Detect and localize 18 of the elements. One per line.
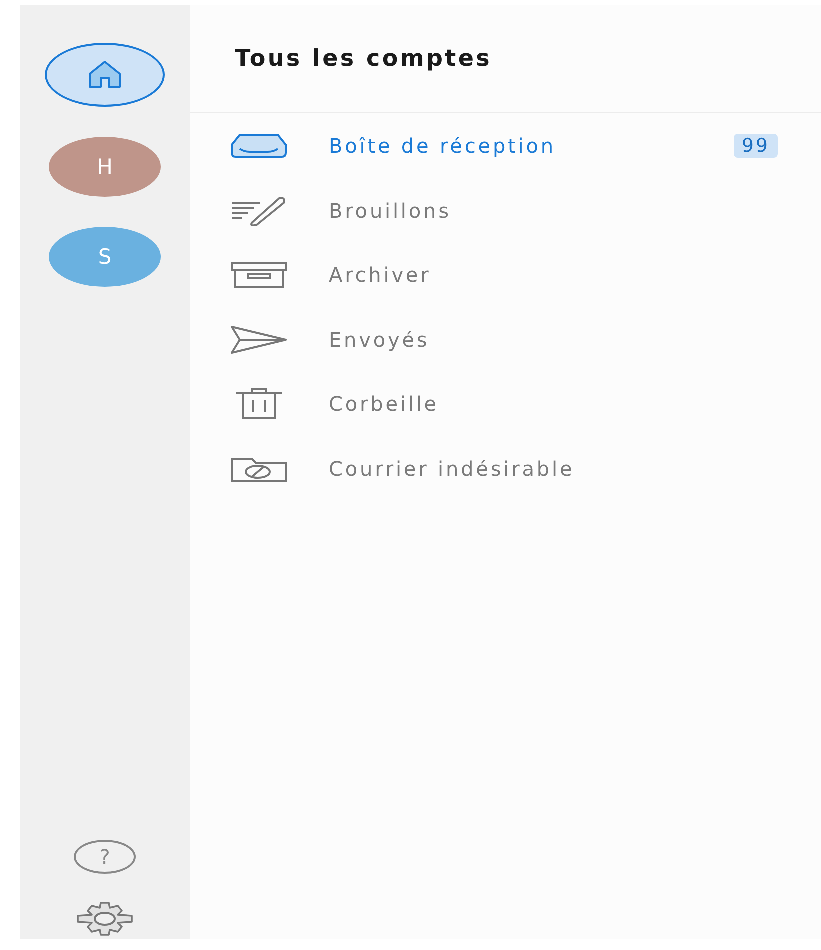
- home-icon: [86, 60, 124, 90]
- unread-count-badge: 99: [734, 134, 778, 158]
- folder-item[interactable]: Archiver: [329, 263, 778, 288]
- folder-item[interactable]: Envoyés: [329, 328, 778, 352]
- folder-item[interactable]: Corbeille: [329, 392, 778, 416]
- archive-box-icon: [230, 261, 288, 290]
- folder-item[interactable]: Courrier indésirable: [329, 456, 778, 481]
- folder-item[interactable]: Boîte de réception: [329, 134, 734, 158]
- inbox-tray-icon: [230, 133, 288, 160]
- paper-plane-icon: [230, 324, 288, 355]
- pencil-lines-icon: [230, 196, 288, 226]
- trash-icon: [234, 388, 284, 420]
- account-avatar[interactable]: S: [49, 227, 161, 287]
- settings-icon[interactable]: [74, 901, 136, 937]
- help-button[interactable]: ?: [74, 840, 136, 874]
- pane-title: Tous les comptes: [235, 46, 492, 72]
- folder-item[interactable]: Brouillons: [329, 198, 778, 223]
- account-avatar[interactable]: H: [49, 137, 161, 197]
